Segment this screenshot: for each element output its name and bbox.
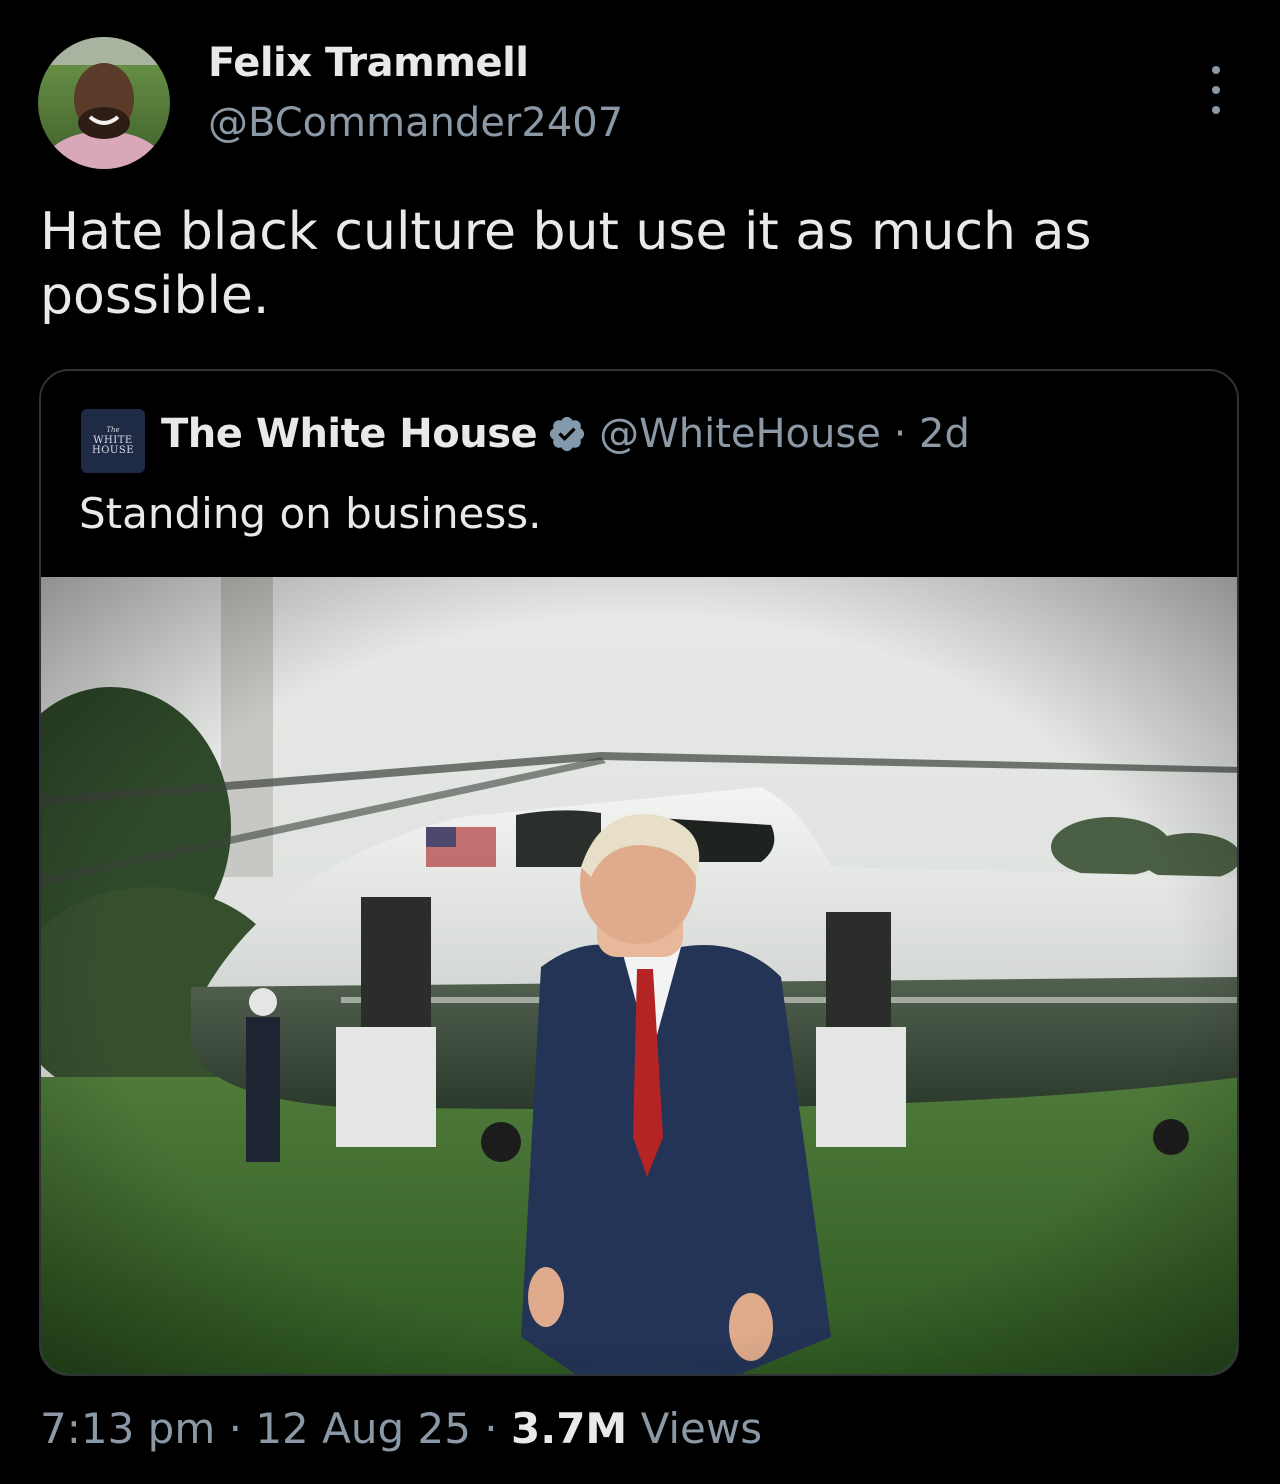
tweet-meta: 7:13 pm · 12 Aug 25 · 3.7M Views (40, 1404, 762, 1453)
quoted-author-avatar[interactable]: The WHITE HOUSE (81, 409, 145, 473)
quoted-author-name[interactable]: The White House (161, 411, 538, 457)
views-label: Views (640, 1404, 763, 1453)
tweet-date[interactable]: 12 Aug 25 (255, 1404, 471, 1453)
quoted-author-handle[interactable]: @WhiteHouse (599, 411, 881, 457)
tweet-time[interactable]: 7:13 pm (40, 1404, 215, 1453)
quoted-tweet-text: Standing on business. (79, 489, 542, 538)
separator-dot: · (484, 1404, 498, 1453)
more-options-button[interactable] (1200, 66, 1232, 114)
logo-text-house: HOUSE (92, 444, 134, 456)
author-avatar[interactable] (38, 37, 170, 169)
more-icon-dot (1212, 66, 1220, 74)
verified-badge-icon (550, 416, 585, 452)
logo-text-the: The (106, 425, 120, 434)
quoted-tweet-photo[interactable] (41, 577, 1239, 1376)
logo-text-white: WHITE (93, 434, 133, 446)
author-name[interactable]: Felix Trammell (208, 40, 529, 86)
tweet-text: Hate black culture but use it as much as… (40, 202, 1092, 326)
views-count[interactable]: 3.7M (511, 1404, 627, 1453)
more-icon-dot (1212, 86, 1220, 94)
quoted-tweet-card[interactable]: The WHITE HOUSE The White House @WhiteHo… (39, 369, 1239, 1376)
more-icon-dot (1212, 106, 1220, 114)
separator-dot: · (893, 411, 907, 457)
avatar-photo (38, 37, 170, 169)
quoted-tweet-header: The White House @WhiteHouse · 2d (161, 411, 970, 457)
quoted-tweet-age[interactable]: 2d (919, 411, 970, 457)
author-handle[interactable]: @BCommander2407 (208, 100, 623, 146)
separator-dot: · (228, 1404, 242, 1453)
